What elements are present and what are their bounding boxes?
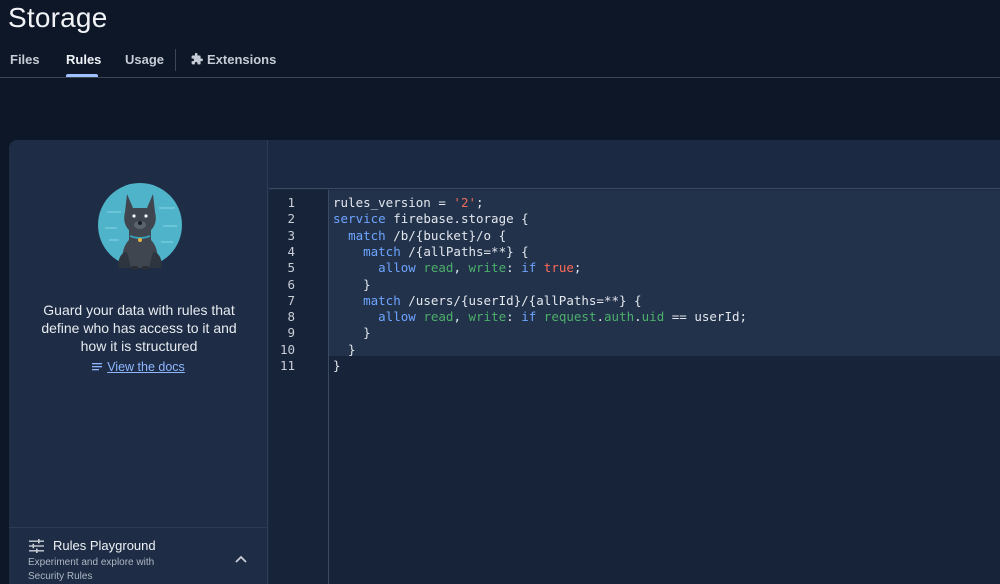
code-line: 10 } (269, 342, 1000, 358)
line-number: 3 (287, 227, 295, 243)
code-line: 1 rules_version = '2'; (269, 195, 1000, 211)
rules-code-editor[interactable]: 1 rules_version = '2'; 2 service firebase.s… (269, 190, 1000, 584)
line-number: 2 (287, 211, 295, 227)
view-docs-link-row: View the docs (9, 360, 268, 374)
chevron-up-icon[interactable] (235, 555, 247, 563)
notes-icon (92, 363, 103, 371)
playground-title: Rules Playground (53, 538, 156, 553)
line-number: 5 (287, 260, 295, 276)
tab-divider (175, 49, 176, 71)
code-line: 3 match /b/{bucket}/o { (269, 228, 1000, 244)
line-number: 7 (287, 292, 295, 308)
code-text: match /{allPaths=**} { (363, 243, 529, 259)
tab-bar: Files Rules Usage Extensions (0, 44, 1000, 78)
code-line: 6 } (269, 277, 1000, 293)
code-line: 7 match /users/{userId}/{allPaths=**} { (269, 293, 1000, 309)
view-docs-link[interactable]: View the docs (107, 360, 185, 374)
line-number: 8 (287, 309, 295, 325)
tab-extensions-label: Extensions (207, 52, 277, 67)
code-line: 9 } (269, 325, 1000, 341)
tab-files[interactable]: Files (10, 52, 40, 67)
active-tab-indicator (66, 74, 98, 77)
code-line: 11} (269, 358, 1000, 374)
line-number: 9 (287, 325, 295, 341)
code-text: } (333, 358, 341, 373)
code-line: 4 match /{allPaths=**} { (269, 244, 1000, 260)
rules-sidebar: Guard your data with rules that define w… (9, 140, 268, 584)
code-text: } (333, 341, 356, 357)
code-text: rules_version = '2'; (333, 195, 484, 210)
line-number: 1 (287, 195, 295, 210)
line-number: 10 (279, 341, 295, 357)
dog-illustration (98, 183, 182, 270)
line-number: 6 (287, 276, 295, 292)
rules-playground[interactable]: Rules Playground Experiment and explore … (9, 527, 268, 584)
tab-rules[interactable]: Rules (66, 52, 101, 67)
rules-description: Guard your data with rules that define w… (41, 302, 237, 354)
rules-panel: Guard your data with rules that define w… (9, 140, 1000, 584)
code-line: 5 allow read, write: if true; (269, 260, 1000, 276)
tab-extensions[interactable]: Extensions (190, 52, 276, 67)
playground-subtitle: Experiment and explore with Security Rul… (28, 557, 155, 582)
code-text: } (333, 276, 371, 292)
code-text: match /b/{bucket}/o { (348, 227, 507, 243)
code-text: service firebase.storage { (333, 211, 529, 227)
code-line: 8 allow read, write: if request.auth.uid… (269, 309, 1000, 325)
page-title: Storage (8, 2, 108, 33)
code-text: allow read, write: if true; (378, 260, 582, 276)
puzzle-icon (191, 53, 203, 65)
storage-page: Storage Files Rules Usage Extensions Gua… (0, 0, 1000, 584)
line-number: 11 (279, 358, 295, 373)
tab-usage[interactable]: Usage (125, 52, 164, 67)
code-text: match /users/{userId}/{allPaths=**} { (363, 292, 642, 308)
code-text: } (333, 325, 371, 341)
line-number: 4 (287, 243, 295, 259)
code-text: allow read, write: if request.auth.uid =… (378, 309, 748, 325)
tune-icon (29, 539, 44, 553)
editor-toolbar (269, 140, 1000, 189)
code-line: 2 service firebase.storage { (269, 211, 1000, 227)
